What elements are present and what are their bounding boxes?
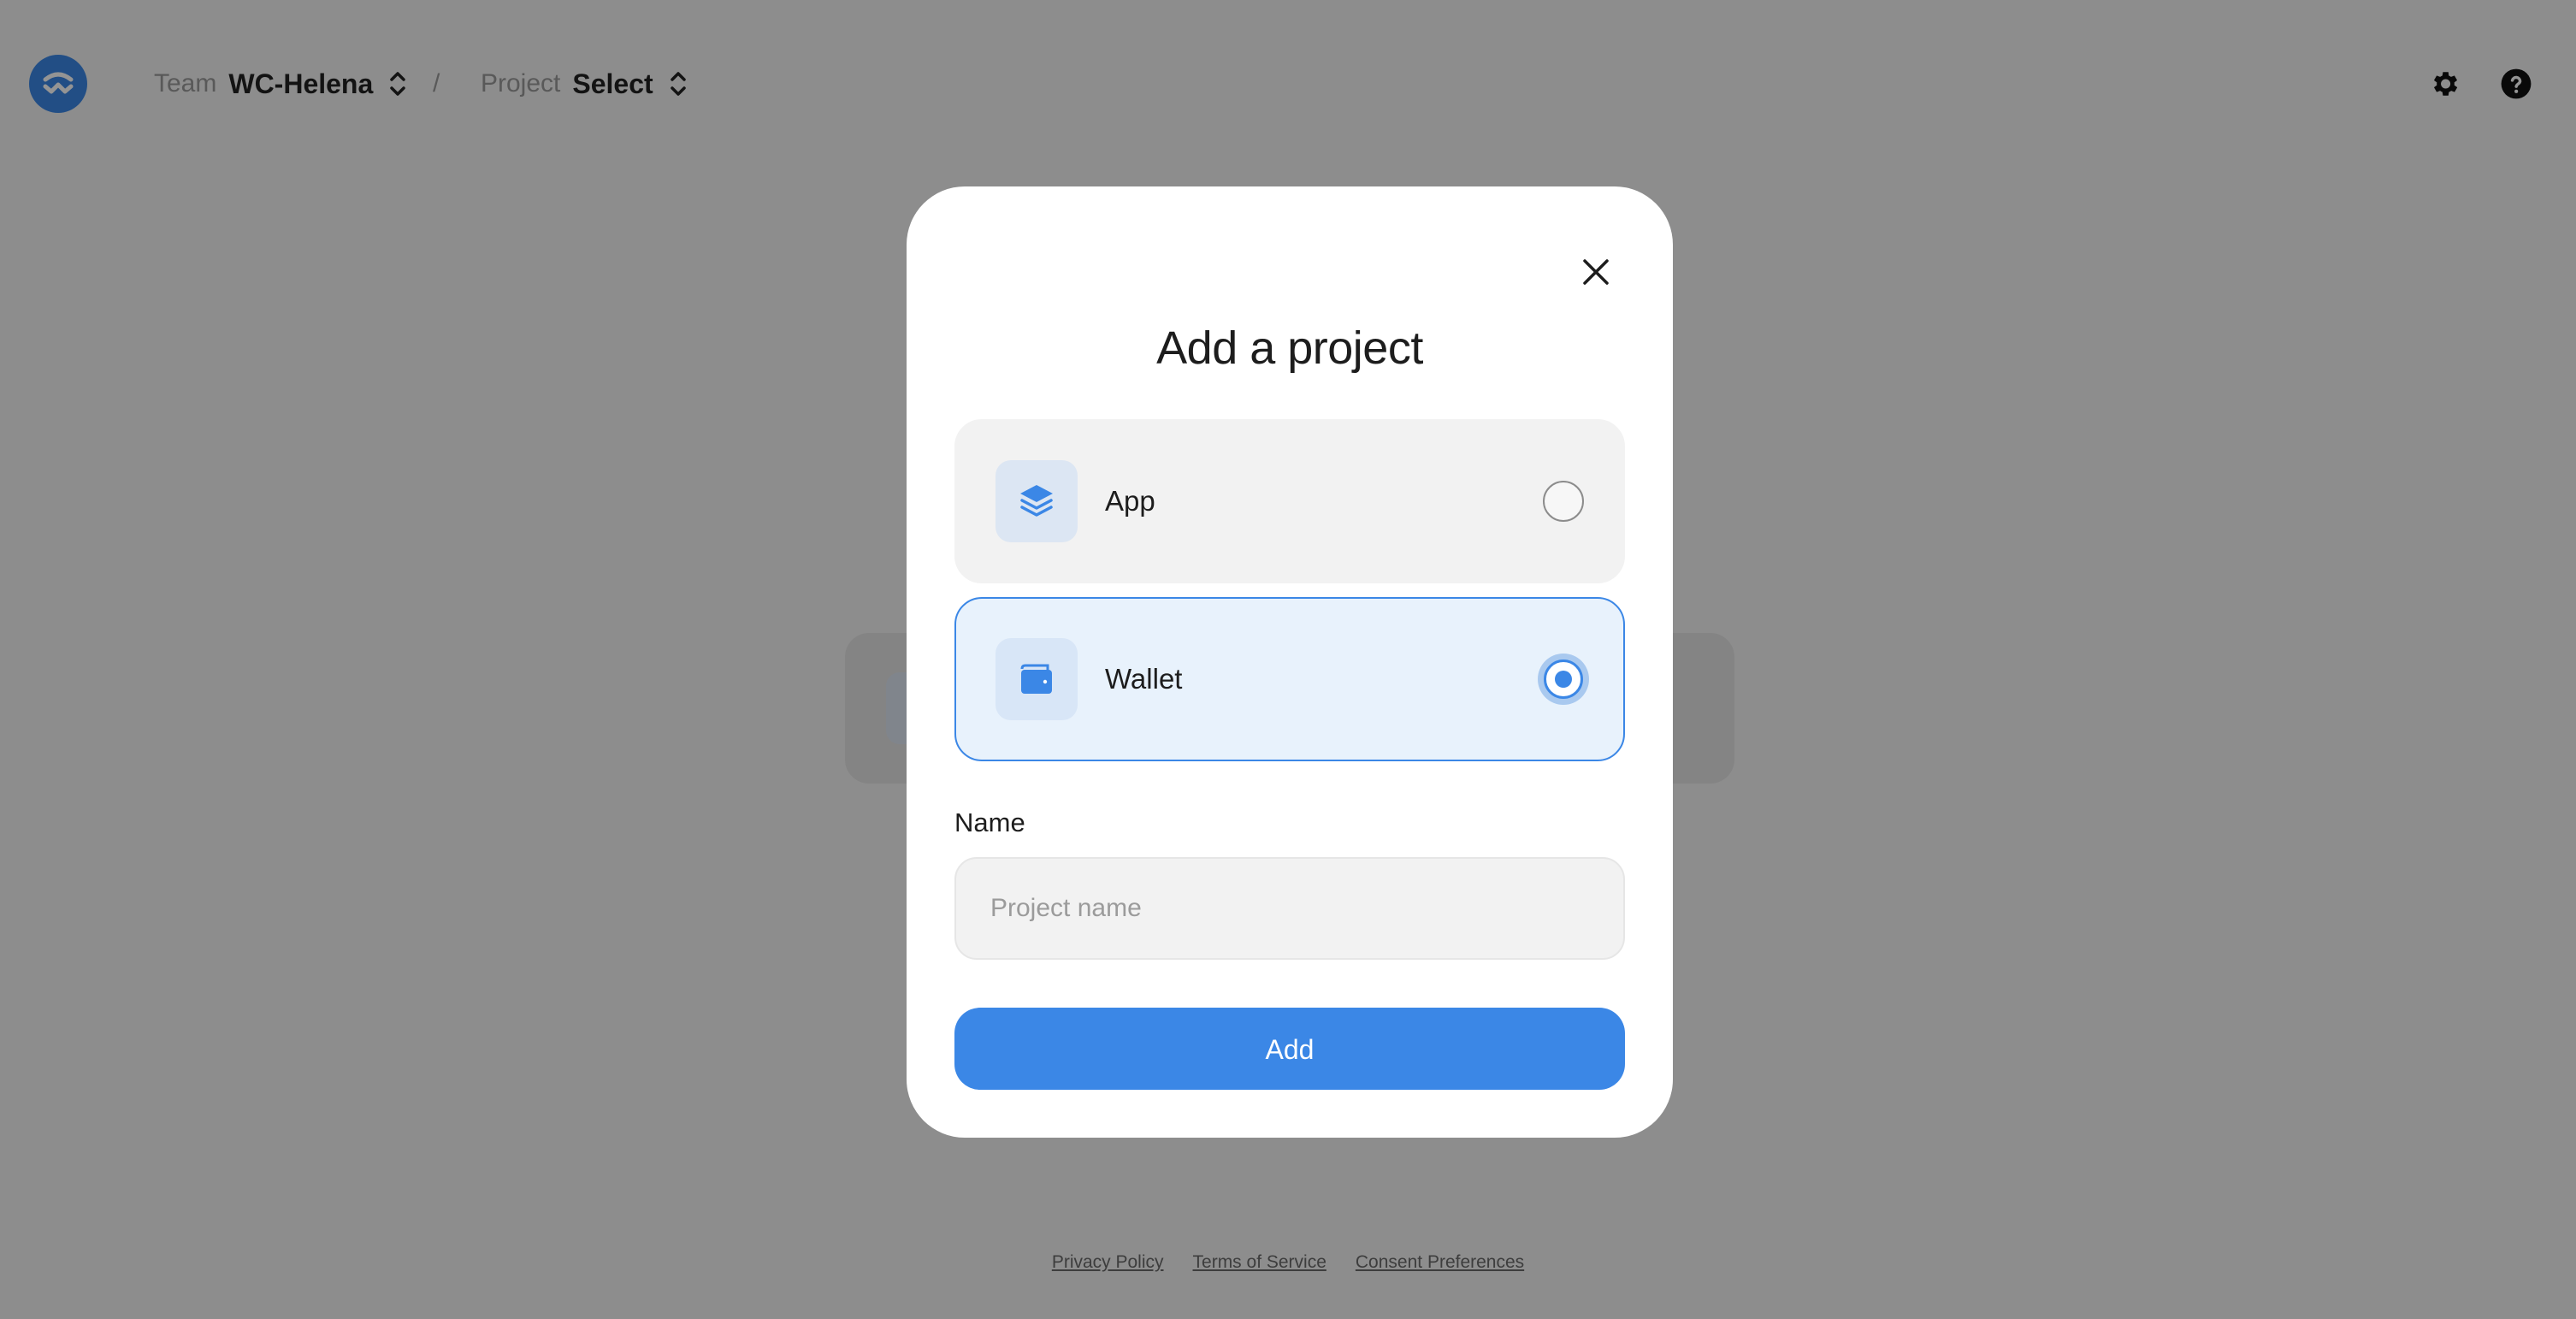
wallet-radio-ring [1544,660,1583,699]
add-project-modal: Add a project App Wallet Name Project na… [907,186,1673,1138]
add-button[interactable]: Add [954,1008,1625,1090]
wallet-radio[interactable] [1538,654,1589,705]
option-wallet-label: Wallet [1105,663,1183,695]
option-wallet[interactable]: Wallet [954,597,1625,761]
app-radio[interactable] [1543,481,1584,522]
option-app-label: App [1105,485,1155,517]
wallet-radio-dot [1555,671,1572,688]
modal-title: Add a project [1156,322,1423,374]
project-name-input[interactable] [954,857,1625,960]
wallet-icon [996,638,1078,720]
name-label: Name [954,807,1025,837]
layers-icon [996,460,1078,542]
close-icon[interactable] [1572,248,1620,296]
option-app[interactable]: App [954,419,1625,583]
